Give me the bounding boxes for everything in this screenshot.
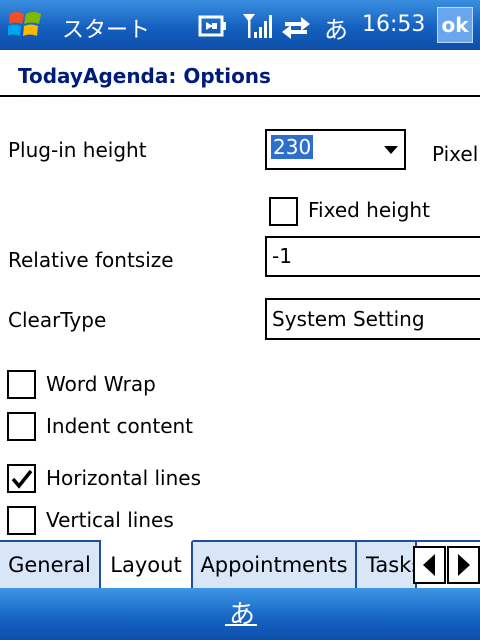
cleartype-label: ClearType — [8, 308, 107, 332]
indent-content-label: Indent content — [46, 414, 194, 438]
chevron-right-icon — [458, 554, 470, 576]
menu-bar: あ — [0, 588, 480, 640]
ime-indicator[interactable]: あ — [324, 10, 348, 45]
plugin-height-dropdown[interactable]: 230 — [265, 129, 406, 170]
tab-strip: General Layout Appointments Tasks — [0, 540, 480, 588]
header-divider — [0, 95, 480, 97]
plugin-height-unit: Pixel — [432, 142, 479, 166]
tab-layout[interactable]: Layout — [101, 540, 193, 588]
relative-fontsize-input[interactable]: -1 — [265, 236, 480, 277]
horizontal-lines-label: Horizontal lines — [46, 466, 201, 490]
plugin-height-value: 230 — [271, 135, 314, 159]
tab-appointments[interactable]: Appointments — [193, 542, 357, 588]
start-menu-label[interactable]: スタート — [62, 12, 150, 44]
horizontal-lines-checkbox[interactable] — [7, 464, 36, 493]
clock[interactable]: 16:53 — [362, 12, 425, 37]
cleartype-dropdown[interactable]: System Setting — [265, 298, 480, 340]
plugin-height-label: Plug-in height — [8, 138, 147, 162]
tab-general[interactable]: General — [0, 542, 101, 588]
checkmark-icon — [11, 469, 33, 489]
tab-scroll-left-button[interactable] — [413, 546, 446, 584]
tab-scroll-right-button[interactable] — [447, 546, 480, 584]
signal-icon[interactable] — [242, 12, 272, 40]
dialog-title: TodayAgenda: Options — [18, 64, 271, 88]
relative-fontsize-label: Relative fontsize — [8, 248, 174, 272]
input-panel-underline — [225, 624, 257, 626]
ok-button[interactable]: ok — [437, 7, 473, 43]
vertical-lines-checkbox[interactable] — [7, 506, 36, 535]
chevron-down-icon — [384, 146, 398, 154]
cleartype-value: System Setting — [272, 307, 425, 331]
fixed-height-label: Fixed height — [308, 198, 430, 222]
relative-fontsize-value: -1 — [272, 244, 292, 268]
word-wrap-checkbox[interactable] — [7, 370, 36, 399]
indent-content-checkbox[interactable] — [7, 412, 36, 441]
battery-icon[interactable] — [198, 14, 228, 42]
vertical-lines-label: Vertical lines — [46, 508, 174, 532]
tab-tasks[interactable]: Tasks — [357, 542, 417, 588]
fixed-height-checkbox[interactable] — [269, 197, 298, 226]
chevron-left-icon — [423, 554, 435, 576]
word-wrap-label: Word Wrap — [46, 372, 156, 396]
windows-logo-icon[interactable] — [7, 8, 44, 42]
status-bar: スタート あ 16:53 ok — [0, 0, 480, 50]
connectivity-icon[interactable] — [281, 14, 311, 42]
